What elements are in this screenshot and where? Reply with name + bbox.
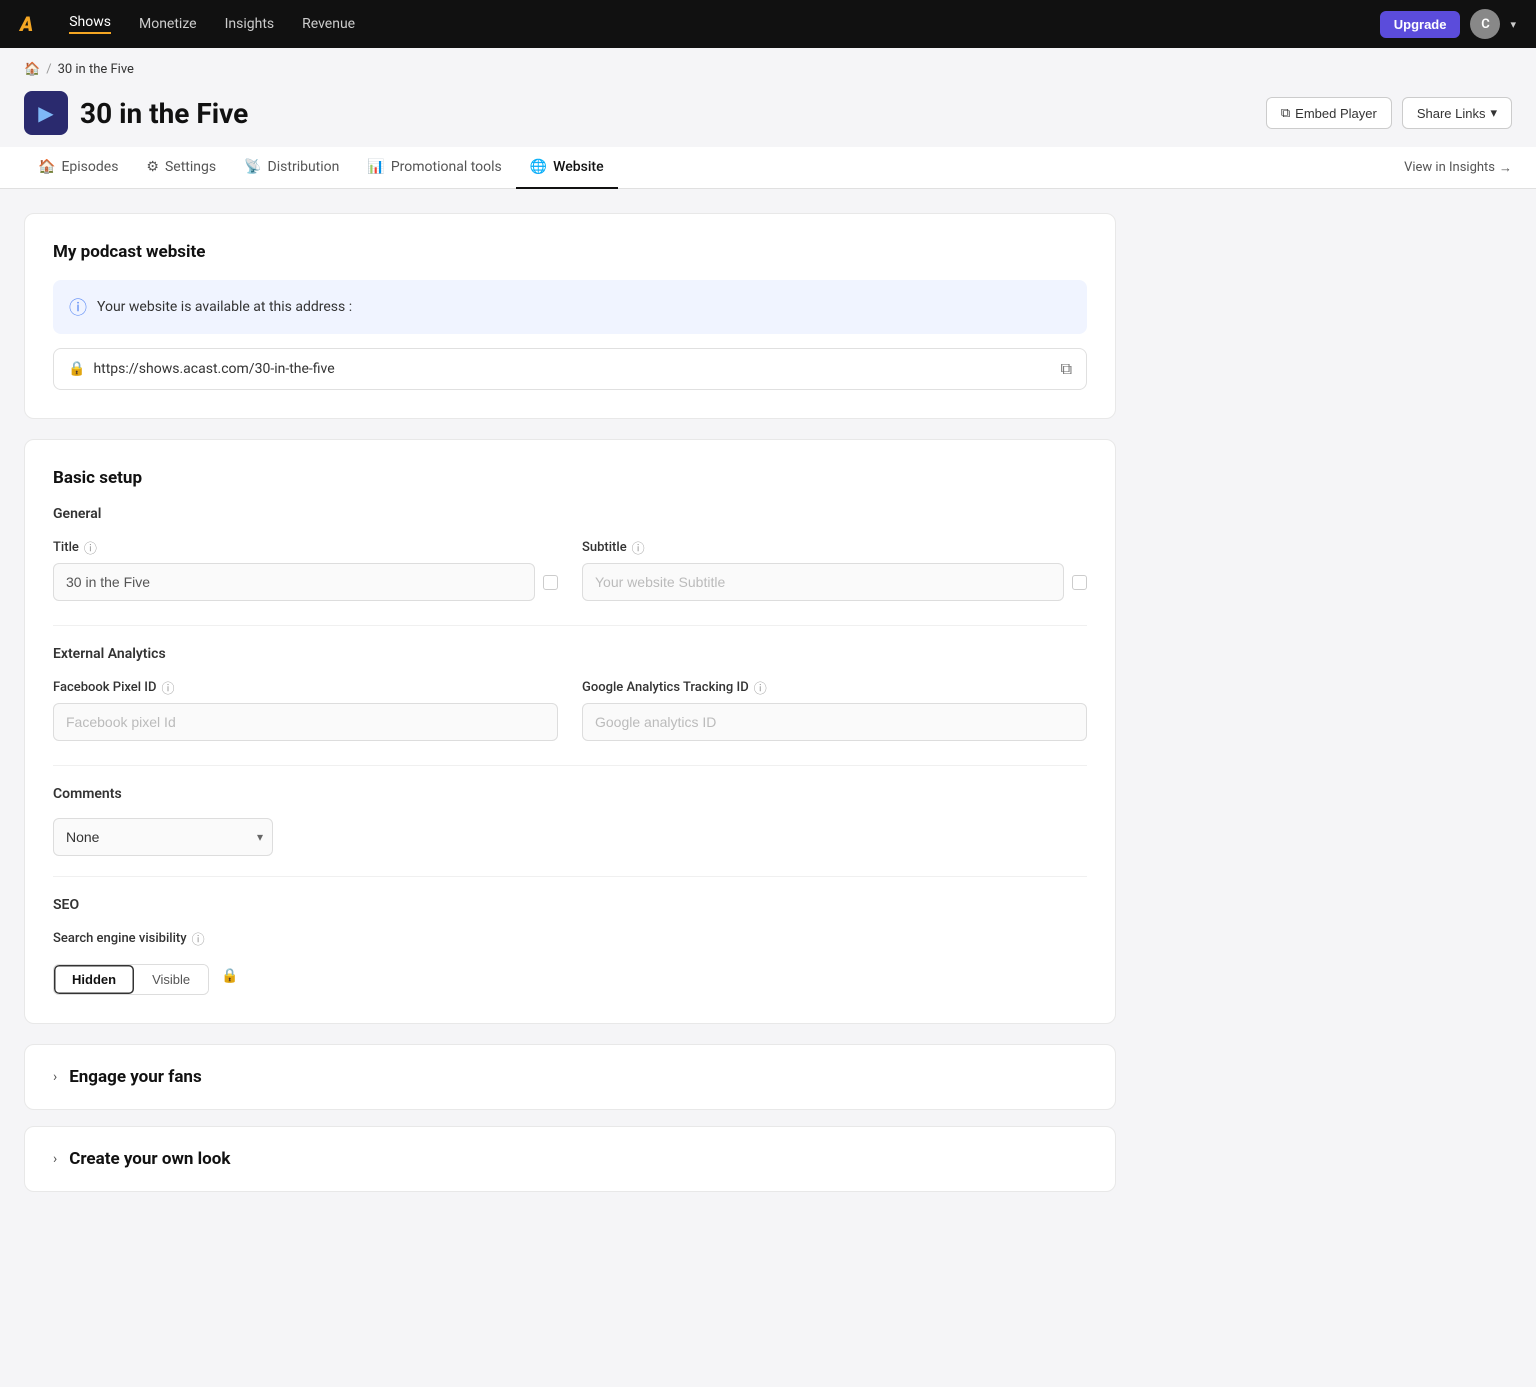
tab-promotional-tools[interactable]: 📊 Promotional tools xyxy=(353,147,515,189)
facebook-help-icon[interactable]: ⓘ xyxy=(161,678,174,697)
website-icon: 🌐 xyxy=(530,159,547,175)
tab-bar: 🏠 Episodes ⚙ Settings 📡 Distribution 📊 P… xyxy=(0,147,1536,189)
visibility-visible-button[interactable]: Visible xyxy=(134,965,208,994)
top-navigation: A Shows Monetize Insights Revenue Upgrad… xyxy=(0,0,1536,48)
analytics-row: Facebook Pixel ID ⓘ Google Analytics Tra… xyxy=(53,678,1087,741)
facebook-pixel-input[interactable] xyxy=(53,703,558,741)
visibility-hidden-button[interactable]: Hidden xyxy=(54,965,134,994)
subtitle-field-col: Subtitle ⓘ xyxy=(582,538,1087,601)
insights-arrow-icon: → xyxy=(1499,160,1512,176)
search-visibility-toggle: Hidden Visible xyxy=(53,964,209,995)
title-subtitle-row: Title ⓘ Subtitle ⓘ xyxy=(53,538,1087,601)
tab-website[interactable]: 🌐 Website xyxy=(516,147,618,189)
comments-select[interactable]: None Disqus Facebook xyxy=(53,818,273,856)
podcast-website-title: My podcast website xyxy=(53,242,1087,262)
google-analytics-label: Google Analytics Tracking ID ⓘ xyxy=(582,678,1087,697)
create-look-section[interactable]: › Create your own look xyxy=(24,1126,1116,1192)
title-label: Title ⓘ xyxy=(53,538,558,557)
seo-help-icon[interactable]: ⓘ xyxy=(192,929,205,948)
basic-setup-title: Basic setup xyxy=(53,468,1087,488)
subtitle-checkbox[interactable] xyxy=(1072,575,1087,590)
show-icon: ▶ xyxy=(24,91,68,135)
breadcrumb: 🏠 / 30 in the Five xyxy=(0,48,1536,83)
google-analytics-col: Google Analytics Tracking ID ⓘ xyxy=(582,678,1087,741)
embed-player-button[interactable]: ⧉ Embed Player xyxy=(1266,97,1392,129)
breadcrumb-show-name: 30 in the Five xyxy=(58,62,134,77)
nav-insights[interactable]: Insights xyxy=(225,16,275,32)
create-look-chevron-icon: › xyxy=(53,1151,57,1167)
page-header: ▶ 30 in the Five ⧉ Embed Player Share Li… xyxy=(0,83,1536,135)
facebook-pixel-col: Facebook Pixel ID ⓘ xyxy=(53,678,558,741)
share-links-button[interactable]: Share Links ▾ xyxy=(1402,97,1512,129)
info-icon: ⓘ xyxy=(69,294,87,320)
nav-revenue[interactable]: Revenue xyxy=(302,16,355,32)
basic-setup-card: Basic setup General Title ⓘ Subtitle ⓘ xyxy=(24,439,1116,1024)
episodes-icon: 🏠 xyxy=(38,159,55,175)
view-in-insights-link[interactable]: View in Insights → xyxy=(1404,160,1512,176)
website-info-box: ⓘ Your website is available at this addr… xyxy=(53,280,1087,334)
avatar-chevron-icon[interactable]: ▾ xyxy=(1510,18,1516,31)
title-help-icon[interactable]: ⓘ xyxy=(84,538,97,557)
facebook-pixel-label: Facebook Pixel ID ⓘ xyxy=(53,678,558,697)
settings-icon: ⚙ xyxy=(146,159,159,175)
nav-monetize[interactable]: Monetize xyxy=(139,16,197,32)
engage-fans-chevron-icon: › xyxy=(53,1069,57,1085)
subtitle-help-icon[interactable]: ⓘ xyxy=(632,538,645,557)
seo-section-label: SEO xyxy=(53,897,1087,913)
avatar[interactable]: C xyxy=(1470,9,1500,39)
title-input[interactable] xyxy=(53,563,535,601)
page-title: 30 in the Five xyxy=(80,97,248,130)
title-checkbox[interactable] xyxy=(543,575,558,590)
tab-distribution[interactable]: 📡 Distribution xyxy=(230,147,353,189)
engage-fans-title: Engage your fans xyxy=(69,1067,201,1087)
share-chevron-icon: ▾ xyxy=(1490,105,1497,121)
google-analytics-input[interactable] xyxy=(582,703,1087,741)
subtitle-input[interactable] xyxy=(582,563,1064,601)
main-content: My podcast website ⓘ Your website is ava… xyxy=(0,189,1140,1232)
url-lock-icon: 🔒 xyxy=(68,361,85,377)
comments-section-label: Comments xyxy=(53,786,1087,802)
embed-icon: ⧉ xyxy=(1281,105,1290,121)
subtitle-label: Subtitle ⓘ xyxy=(582,538,1087,557)
distribution-icon: 📡 xyxy=(244,159,261,175)
create-look-title: Create your own look xyxy=(69,1149,230,1169)
tab-settings[interactable]: ⚙ Settings xyxy=(132,147,230,189)
search-visibility-label: Search engine visibility ⓘ xyxy=(53,929,1087,948)
podcast-website-card: My podcast website ⓘ Your website is ava… xyxy=(24,213,1116,419)
breadcrumb-separator: / xyxy=(46,62,51,77)
general-section-label: General xyxy=(53,506,1087,522)
comments-select-wrap: None Disqus Facebook ▾ xyxy=(53,818,273,856)
external-analytics-label: External Analytics xyxy=(53,646,1087,662)
title-field-col: Title ⓘ xyxy=(53,538,558,601)
breadcrumb-home-icon[interactable]: 🏠 xyxy=(24,62,40,77)
engage-fans-section[interactable]: › Engage your fans xyxy=(24,1044,1116,1110)
website-url-box: 🔒 https://shows.acast.com/30-in-the-five… xyxy=(53,348,1087,390)
upgrade-button[interactable]: Upgrade xyxy=(1380,11,1461,38)
app-logo: A xyxy=(20,12,33,36)
nav-shows[interactable]: Shows xyxy=(69,14,111,34)
promotional-icon: 📊 xyxy=(367,159,384,175)
website-url: https://shows.acast.com/30-in-the-five xyxy=(93,361,1052,377)
tab-episodes[interactable]: 🏠 Episodes xyxy=(24,147,132,189)
google-help-icon[interactable]: ⓘ xyxy=(754,678,767,697)
copy-url-button[interactable]: ⧉ xyxy=(1061,359,1072,379)
visibility-lock-icon: 🔒 xyxy=(221,968,238,984)
